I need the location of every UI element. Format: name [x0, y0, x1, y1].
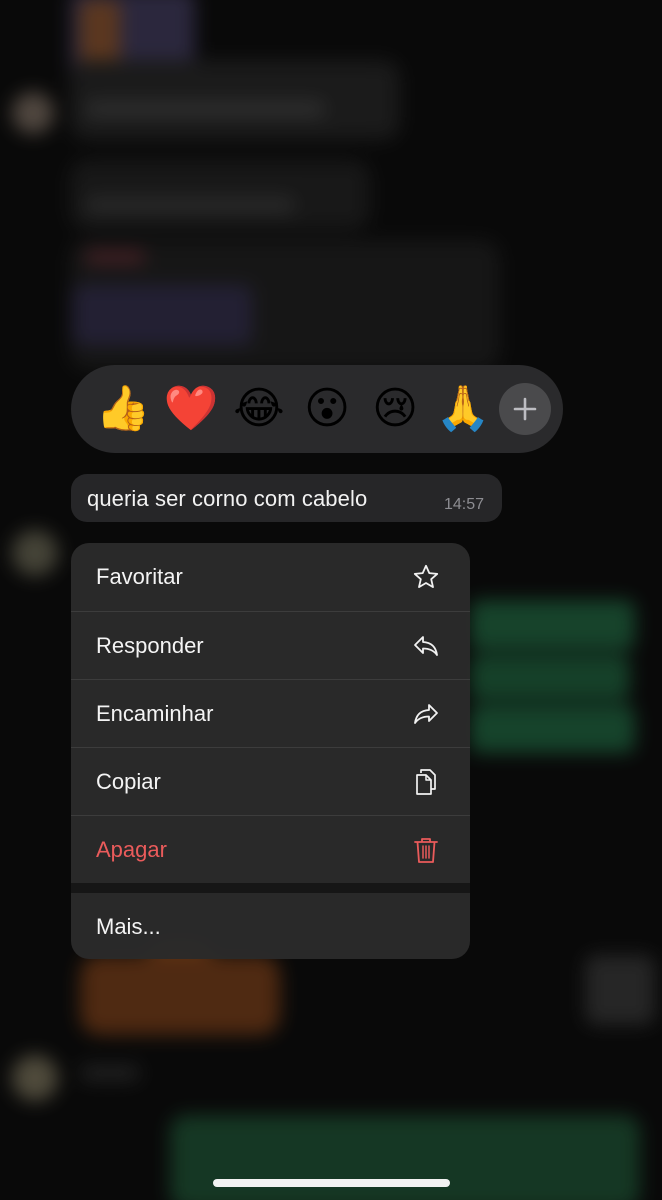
menu-item-apagar[interactable]: Apagar — [71, 815, 470, 883]
reaction-crying[interactable]: 😢 — [361, 375, 429, 443]
menu-item-label: Favoritar — [96, 564, 183, 589]
message-text: queria ser corno com cabelo — [87, 486, 368, 511]
trash-icon — [412, 836, 440, 864]
menu-actions-group: Favoritar Responder Encaminhar Copiar Ap… — [71, 543, 470, 883]
forward-icon — [412, 700, 440, 728]
selected-message-bubble: queria ser corno com cabelo 14:57 — [71, 474, 502, 522]
menu-item-favoritar[interactable]: Favoritar — [71, 543, 470, 611]
reaction-folded-hands[interactable]: 🙏 — [429, 375, 497, 443]
menu-item-copiar[interactable]: Copiar — [71, 747, 470, 815]
menu-item-responder[interactable]: Responder — [71, 611, 470, 679]
reaction-tears-of-joy[interactable]: 😂 — [225, 375, 293, 443]
menu-item-encaminhar[interactable]: Encaminhar — [71, 679, 470, 747]
menu-item-label: Apagar — [96, 836, 167, 862]
copy-icon — [412, 768, 440, 796]
plus-icon — [513, 397, 537, 421]
menu-separator — [71, 883, 470, 893]
menu-item-label: Copiar — [96, 768, 161, 794]
menu-item-label: Responder — [96, 632, 204, 658]
more-reactions-button[interactable] — [499, 383, 551, 435]
reply-icon — [412, 632, 440, 660]
menu-item-mais[interactable]: Mais... — [71, 893, 470, 959]
reaction-thumbs-up[interactable]: 👍 — [89, 375, 157, 443]
reaction-red-heart[interactable]: ❤️ — [157, 375, 225, 443]
reaction-bar: 👍 ❤️ 😂 😮 😢 🙏 — [71, 365, 563, 453]
menu-item-label: Mais... — [96, 914, 161, 939]
screen: 👍 ❤️ 😂 😮 😢 🙏 queria ser corno com cabelo… — [0, 0, 662, 1200]
message-context-menu: Favoritar Responder Encaminhar Copiar Ap… — [71, 543, 470, 959]
message-timestamp: 14:57 — [443, 496, 484, 513]
home-indicator[interactable] — [213, 1179, 450, 1187]
reaction-surprised[interactable]: 😮 — [293, 375, 361, 443]
star-icon — [412, 563, 440, 591]
menu-item-label: Encaminhar — [96, 700, 214, 726]
